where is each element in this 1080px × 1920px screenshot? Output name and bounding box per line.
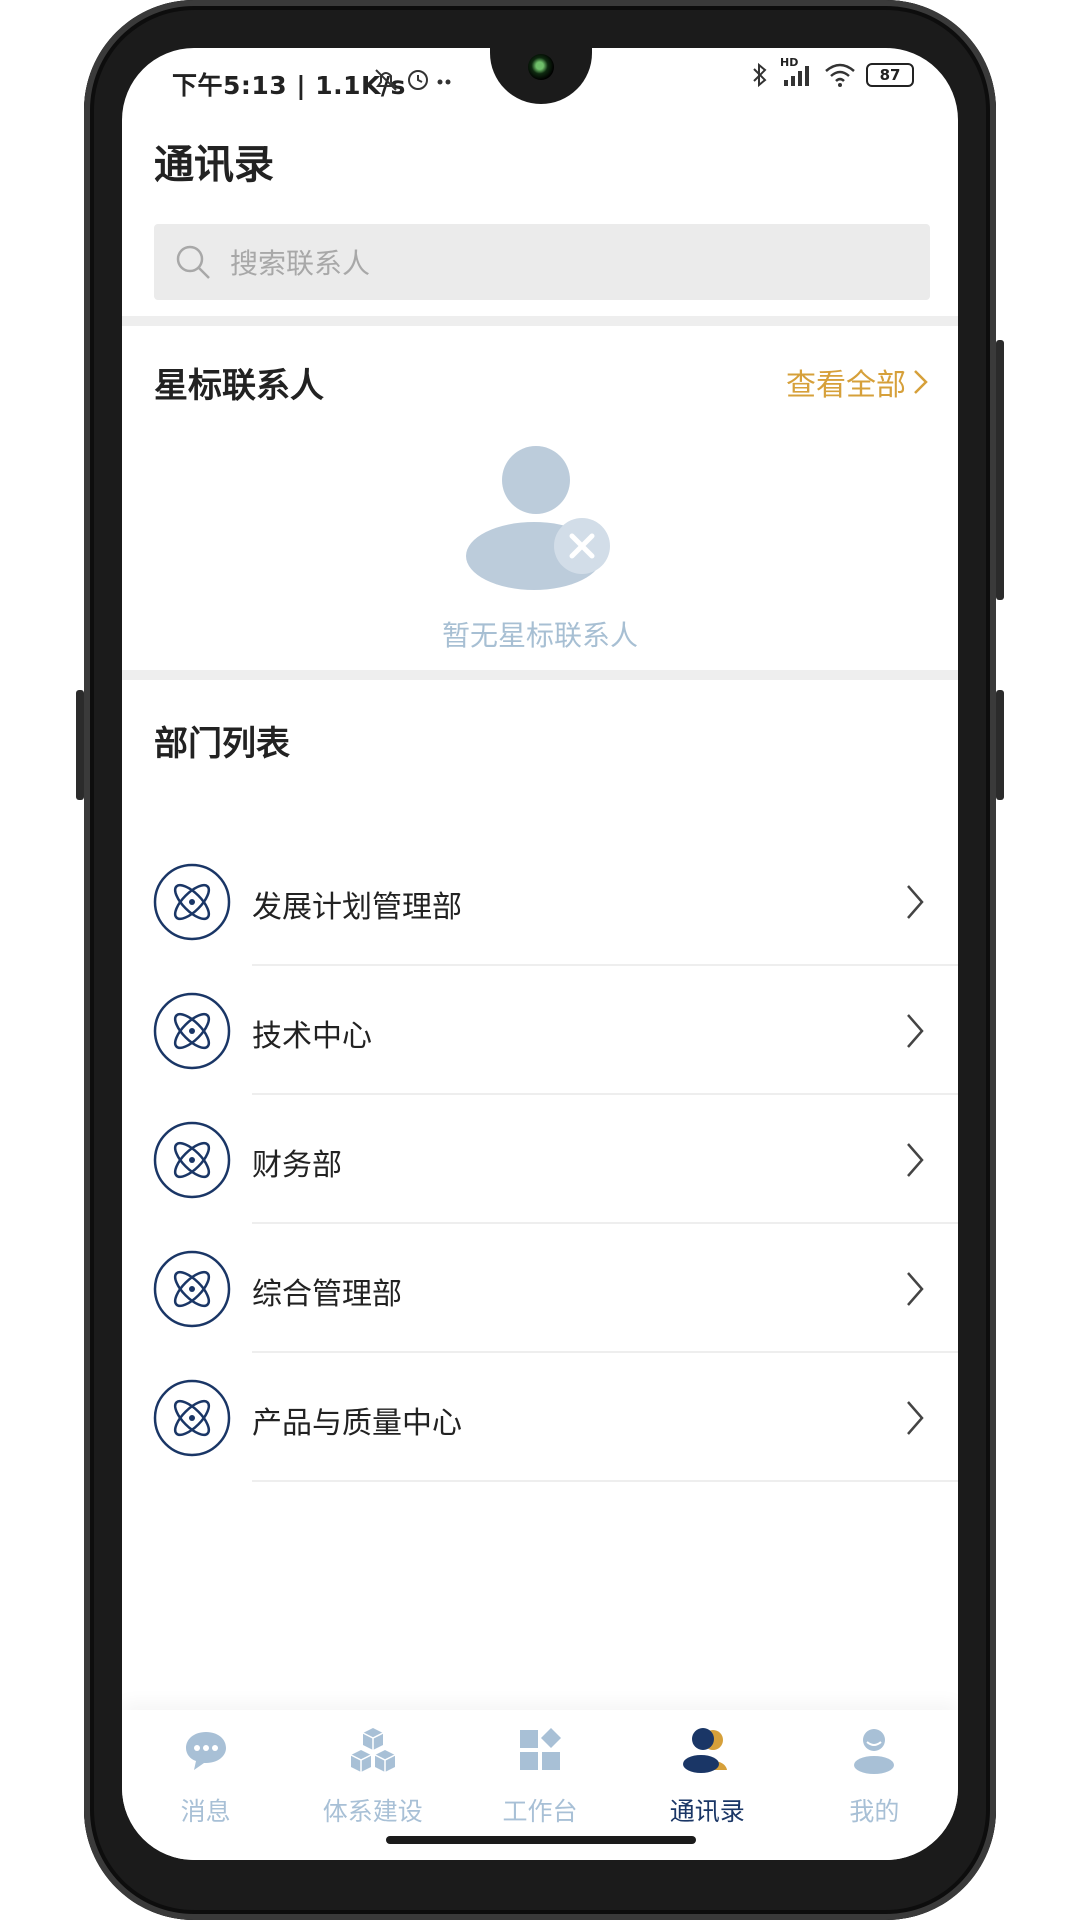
chevron-right-icon <box>914 370 928 394</box>
department-name: 财务部 <box>252 1148 342 1183</box>
view-all-link[interactable]: 查看全部 <box>786 360 930 404</box>
department-name: 技术中心 <box>252 1019 372 1054</box>
department-item[interactable]: 技术中心 <box>122 967 958 1095</box>
tab-label: 通讯录 <box>669 1797 745 1826</box>
row-divider <box>252 964 958 966</box>
department-item[interactable]: 产品与质量中心 <box>122 1354 958 1482</box>
department-icon <box>152 1120 232 1204</box>
signal-icon: HD <box>780 56 814 88</box>
section-divider <box>122 670 958 680</box>
app-screen: 下午5:13 | 1.1K/s HD 87 通讯录 搜索联系人 星标联系人 查看… <box>122 48 958 1860</box>
wifi-icon <box>825 63 855 87</box>
department-icon <box>152 1378 232 1462</box>
contacts-icon <box>681 1726 733 1778</box>
row-divider <box>252 1222 958 1224</box>
search-input[interactable]: 搜索联系人 <box>154 224 930 300</box>
department-name: 综合管理部 <box>252 1277 402 1312</box>
person-icon <box>850 1726 898 1778</box>
empty-starred-text: 暂无星标联系人 <box>441 619 638 652</box>
row-divider <box>252 1093 958 1095</box>
status-time: 下午5:13 | 1.1K/s <box>172 71 406 100</box>
department-item[interactable]: 财务部 <box>122 1096 958 1224</box>
department-name: 发展计划管理部 <box>252 890 462 925</box>
search-icon <box>174 243 212 281</box>
volume-button <box>996 340 1004 600</box>
front-camera <box>528 54 554 80</box>
chevron-right-icon <box>904 1398 926 1442</box>
row-divider <box>252 1480 958 1482</box>
battery-indicator: 87 <box>866 63 914 87</box>
starred-section-title: 星标联系人 <box>154 366 324 406</box>
chevron-right-icon <box>904 1269 926 1313</box>
tab-label: 我的 <box>849 1797 900 1826</box>
department-item[interactable]: 综合管理部 <box>122 1225 958 1353</box>
chevron-right-icon <box>904 882 926 926</box>
department-name: 产品与质量中心 <box>252 1406 462 1441</box>
status-icons-left <box>374 66 454 100</box>
status-icons-right: HD 87 <box>750 56 914 88</box>
chevron-right-icon <box>904 1011 926 1055</box>
department-item[interactable]: 发展计划管理部 <box>122 838 958 966</box>
tab-me[interactable]: 我的 <box>791 1710 958 1860</box>
row-divider <box>252 1351 958 1353</box>
tab-label: 消息 <box>180 1797 231 1826</box>
chevron-right-icon <box>904 1140 926 1184</box>
cubes-icon <box>349 1726 397 1778</box>
chat-bubble-icon <box>182 1726 230 1778</box>
tab-messages[interactable]: 消息 <box>122 1710 289 1860</box>
tab-label: 工作台 <box>502 1797 578 1826</box>
empty-contact-icon <box>462 444 612 594</box>
bluetooth-icon <box>753 62 767 88</box>
side-key <box>76 690 84 800</box>
section-divider <box>122 316 958 326</box>
department-icon <box>152 991 232 1075</box>
home-indicator <box>386 1836 696 1844</box>
view-all-label: 查看全部 <box>786 368 906 403</box>
department-icon <box>152 1249 232 1333</box>
tab-label: 体系建设 <box>322 1797 423 1826</box>
mute-alarm-icon <box>375 69 451 91</box>
search-placeholder: 搜索联系人 <box>230 247 371 280</box>
power-button <box>996 690 1004 800</box>
department-icon <box>152 862 232 946</box>
page-title: 通讯录 <box>154 142 274 188</box>
department-section-title: 部门列表 <box>154 724 290 764</box>
grid-icon <box>516 1726 564 1778</box>
